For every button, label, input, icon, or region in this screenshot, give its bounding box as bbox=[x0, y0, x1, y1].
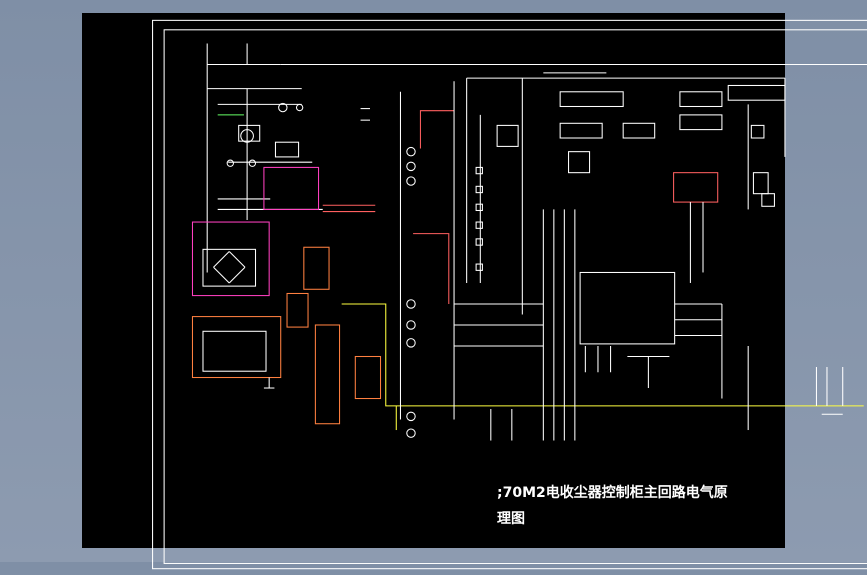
drawing-title-line2: 理图 bbox=[497, 511, 525, 527]
schematic-canvas bbox=[152, 19, 867, 570]
transformer-block bbox=[673, 172, 719, 203]
control-column bbox=[399, 77, 785, 441]
bridge-rectifier bbox=[202, 248, 257, 287]
controller-block bbox=[579, 271, 676, 345]
drawing-sheet: ;70M2电收尘器控制柜主回路电气原 理图 bbox=[82, 13, 867, 570]
relay-box bbox=[263, 166, 320, 210]
yellow-wire bbox=[341, 303, 864, 407]
title-block: ;70M2电收尘器控制柜主回路电气原 理图 bbox=[497, 480, 728, 532]
transformer-box bbox=[191, 316, 282, 379]
drawing-title-line1: ;70M2电收尘器控制柜主回路电气原 bbox=[497, 485, 728, 501]
rectifier-box bbox=[191, 221, 270, 297]
